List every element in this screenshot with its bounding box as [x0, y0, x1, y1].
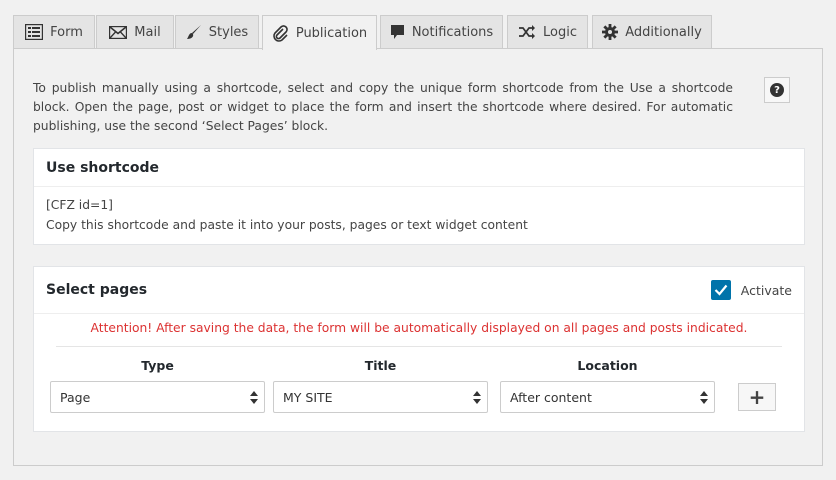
help-button[interactable]: ?	[764, 77, 790, 103]
column-location-header: Location	[577, 358, 638, 373]
select-arrows-icon	[250, 391, 258, 404]
divider	[56, 346, 782, 347]
speech-bubble-icon	[390, 25, 404, 39]
list-icon	[25, 24, 44, 40]
select-arrows-icon	[473, 391, 481, 404]
tab-logic[interactable]: Logic	[507, 15, 588, 48]
tab-label: Logic	[543, 24, 577, 40]
intro-text: To publish manually using a shortcode, s…	[33, 81, 733, 133]
attention-message: Attention! After saving the data, the fo…	[90, 321, 748, 335]
activate-checkbox[interactable]	[710, 280, 731, 300]
location-select[interactable]: After content	[500, 381, 715, 413]
select-pages-card: Select pages Activate Attention! After s…	[33, 266, 805, 432]
tab-label: Notifications	[411, 24, 494, 40]
envelope-icon	[109, 25, 128, 39]
type-select[interactable]: Page	[50, 381, 265, 413]
select-arrows-icon	[700, 391, 708, 404]
use-shortcode-title: Use shortcode	[34, 149, 804, 187]
tab-notifications[interactable]: Notifications	[380, 15, 503, 48]
shuffle-icon	[519, 25, 535, 39]
shortcode-hint: Copy this shortcode and paste it into yo…	[46, 218, 528, 232]
add-row-button[interactable]: +	[738, 383, 776, 411]
tab-styles[interactable]: Styles	[175, 15, 259, 48]
tab-label: Styles	[208, 24, 249, 40]
tab-label: Mail	[134, 24, 161, 40]
activate-label: Activate	[740, 282, 792, 298]
title-select[interactable]: MY SITE	[273, 381, 488, 413]
tab-additionally[interactable]: Additionally	[592, 15, 712, 48]
column-title-header: Title	[364, 358, 397, 373]
tab-label: Additionally	[625, 24, 702, 40]
tab-publication[interactable]: Publication	[262, 15, 377, 50]
use-shortcode-card: Use shortcode [CFZ id=1] Copy this short…	[33, 148, 805, 245]
tab-form[interactable]: Form	[13, 15, 95, 48]
location-select-value: After content	[510, 389, 592, 405]
help-label: ?	[774, 84, 780, 96]
brush-icon	[186, 25, 201, 39]
column-type-header: Type	[141, 358, 174, 373]
paperclip-icon	[273, 24, 288, 42]
select-pages-title: Select pages	[34, 267, 804, 314]
activate-toggle[interactable]: Activate	[710, 280, 792, 300]
shortcode-value[interactable]: [CFZ id=1]	[46, 195, 792, 215]
gear-icon	[602, 24, 619, 40]
tab-label: Publication	[295, 25, 368, 41]
checkmark-icon	[714, 284, 728, 296]
tab-label: Form	[50, 24, 83, 40]
type-select-value: Page	[60, 389, 91, 405]
tab-mail[interactable]: Mail	[96, 15, 174, 48]
title-select-value: MY SITE	[283, 389, 333, 405]
